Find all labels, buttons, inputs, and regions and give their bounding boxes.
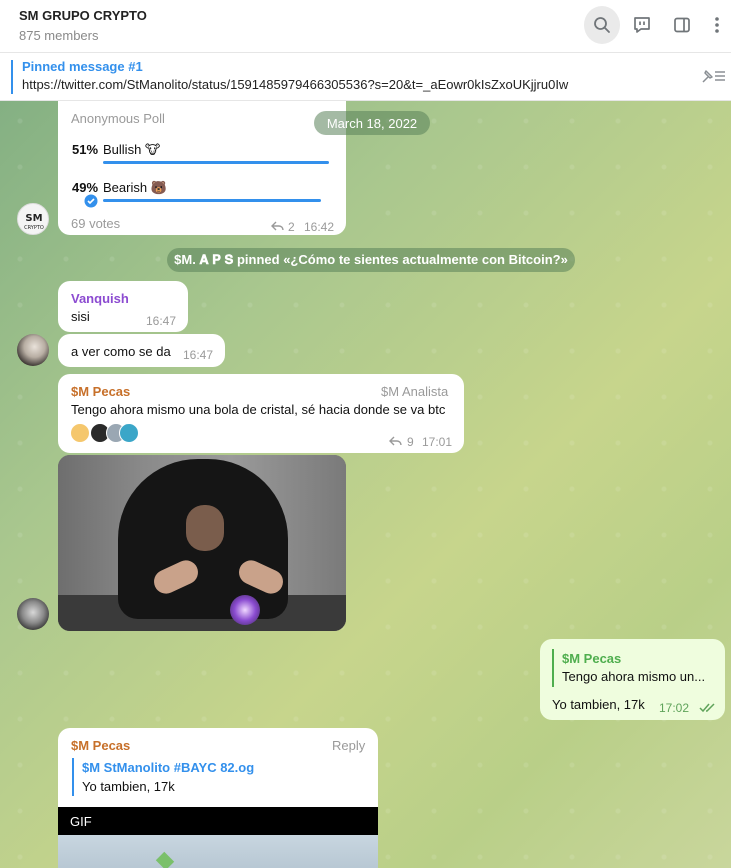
message-list[interactable]: Anonymous Poll 51% Bullish 🐮 49% Bearish… <box>0 101 731 868</box>
more-button[interactable] <box>699 6 731 44</box>
media-face <box>186 505 224 551</box>
poll-option-percent: 51% <box>72 142 99 157</box>
poll-option-bar <box>103 161 329 164</box>
message-time: 17:02 <box>659 701 690 715</box>
sm-crypto-logo-icon: SMCRYPTO <box>24 213 44 231</box>
message-time: 16:42 <box>304 220 335 234</box>
reply-quote[interactable]: $M StManolito #BAYC 82.og Yo tambien, 17… <box>72 758 362 796</box>
message-pecas-2[interactable]: $M Pecas Reply $M StManolito #BAYC 82.og… <box>58 728 378 868</box>
poll-message[interactable]: Anonymous Poll 51% Bullish 🐮 49% Bearish… <box>58 101 346 235</box>
sender-name[interactable]: $M Pecas <box>71 738 130 753</box>
gif-header: GIF <box>58 807 378 835</box>
reply-sender: $M Pecas <box>562 651 622 666</box>
reply-arrow-icon <box>389 436 402 446</box>
reactions[interactable] <box>70 423 139 443</box>
poll-option-bar <box>103 199 321 202</box>
date-separator[interactable]: March 18, 2022 <box>314 111 430 135</box>
sender-name[interactable]: $M Pecas <box>71 384 130 399</box>
pinned-list-button[interactable] <box>700 67 726 88</box>
comments-button[interactable] <box>624 6 660 44</box>
admin-badge: $M Analista <box>381 384 449 399</box>
pinned-text: https://twitter.com/StManolito/status/15… <box>22 77 569 92</box>
message-text: sisi <box>71 309 90 324</box>
reaction-avatar <box>70 423 90 443</box>
reply-text: Yo tambien, 17k <box>82 779 175 794</box>
avatar-vanquish[interactable] <box>17 334 49 366</box>
message-pecas[interactable]: $M Pecas $M Analista Tengo ahora mismo u… <box>58 374 464 453</box>
gif-preview-object <box>155 851 175 868</box>
gif-label: GIF <box>70 814 92 829</box>
message-text: Tengo ahora mismo una bola de cristal, s… <box>71 402 446 417</box>
media-message[interactable] <box>58 455 346 631</box>
avatar-pecas[interactable] <box>17 598 49 630</box>
reply-sender: $M StManolito #BAYC 82.og <box>82 760 255 775</box>
gif-preview[interactable] <box>58 835 378 868</box>
pinned-message-bar[interactable]: Pinned message #1 https://twitter.com/St… <box>0 53 731 101</box>
double-check-icon <box>699 703 715 713</box>
message-time: 17:01 <box>422 435 453 449</box>
poll-type: Anonymous Poll <box>71 111 165 126</box>
svg-text:SM: SM <box>25 213 42 224</box>
message-text: Yo tambien, 17k <box>552 697 645 712</box>
svg-text:CRYPTO: CRYPTO <box>24 225 44 231</box>
pin-list-icon <box>702 70 725 83</box>
comments-icon <box>634 17 650 33</box>
sidebar-icon <box>674 17 690 33</box>
pinned-title: Pinned message #1 <box>22 59 143 74</box>
reaction-avatar <box>119 423 139 443</box>
more-icon <box>715 17 719 33</box>
reply-action[interactable]: Reply <box>332 738 365 753</box>
sidebar-toggle-button[interactable] <box>664 6 700 44</box>
poll-votes: 69 votes <box>71 216 121 231</box>
search-button[interactable] <box>584 6 620 44</box>
reply-text: Tengo ahora mismo un... <box>562 669 706 684</box>
reply-arrow-icon <box>271 221 284 231</box>
message-time: 16:47 <box>146 314 177 328</box>
reply-count[interactable]: 2 <box>288 220 295 234</box>
message-vanquish-2[interactable]: a ver como se da 16:47 <box>58 334 225 367</box>
chat-title[interactable]: SM GRUPO CRYPTO <box>19 8 147 23</box>
chat-header: SM GRUPO CRYPTO 875 members <box>0 0 731 53</box>
poll-option-percent: 49% <box>72 180 99 195</box>
member-count: 875 members <box>19 28 99 43</box>
avatar-sm-crypto[interactable]: SM CRYPTO <box>17 203 49 235</box>
sender-name[interactable]: Vanquish <box>71 291 129 306</box>
service-message: $M. 𝐀 𝐏 𝐒 pinned «¿Cómo te sientes actua… <box>167 248 575 272</box>
message-time: 16:47 <box>183 348 214 362</box>
poll-option-label[interactable]: Bullish 🐮 <box>103 142 160 158</box>
poll-option-label[interactable]: Bearish 🐻 <box>103 180 167 196</box>
message-vanquish[interactable]: Vanquish sisi 16:47 <box>58 281 188 332</box>
message-text: a ver como se da <box>71 344 171 359</box>
search-icon <box>594 17 610 33</box>
check-icon <box>84 194 98 208</box>
media-plasma-ball <box>230 595 260 625</box>
reply-quote[interactable]: $M Pecas Tengo ahora mismo un... <box>552 649 712 687</box>
message-outgoing[interactable]: $M Pecas Tengo ahora mismo un... Yo tamb… <box>540 639 725 720</box>
pinned-indicator <box>11 60 13 94</box>
reply-count[interactable]: 9 <box>407 435 414 449</box>
